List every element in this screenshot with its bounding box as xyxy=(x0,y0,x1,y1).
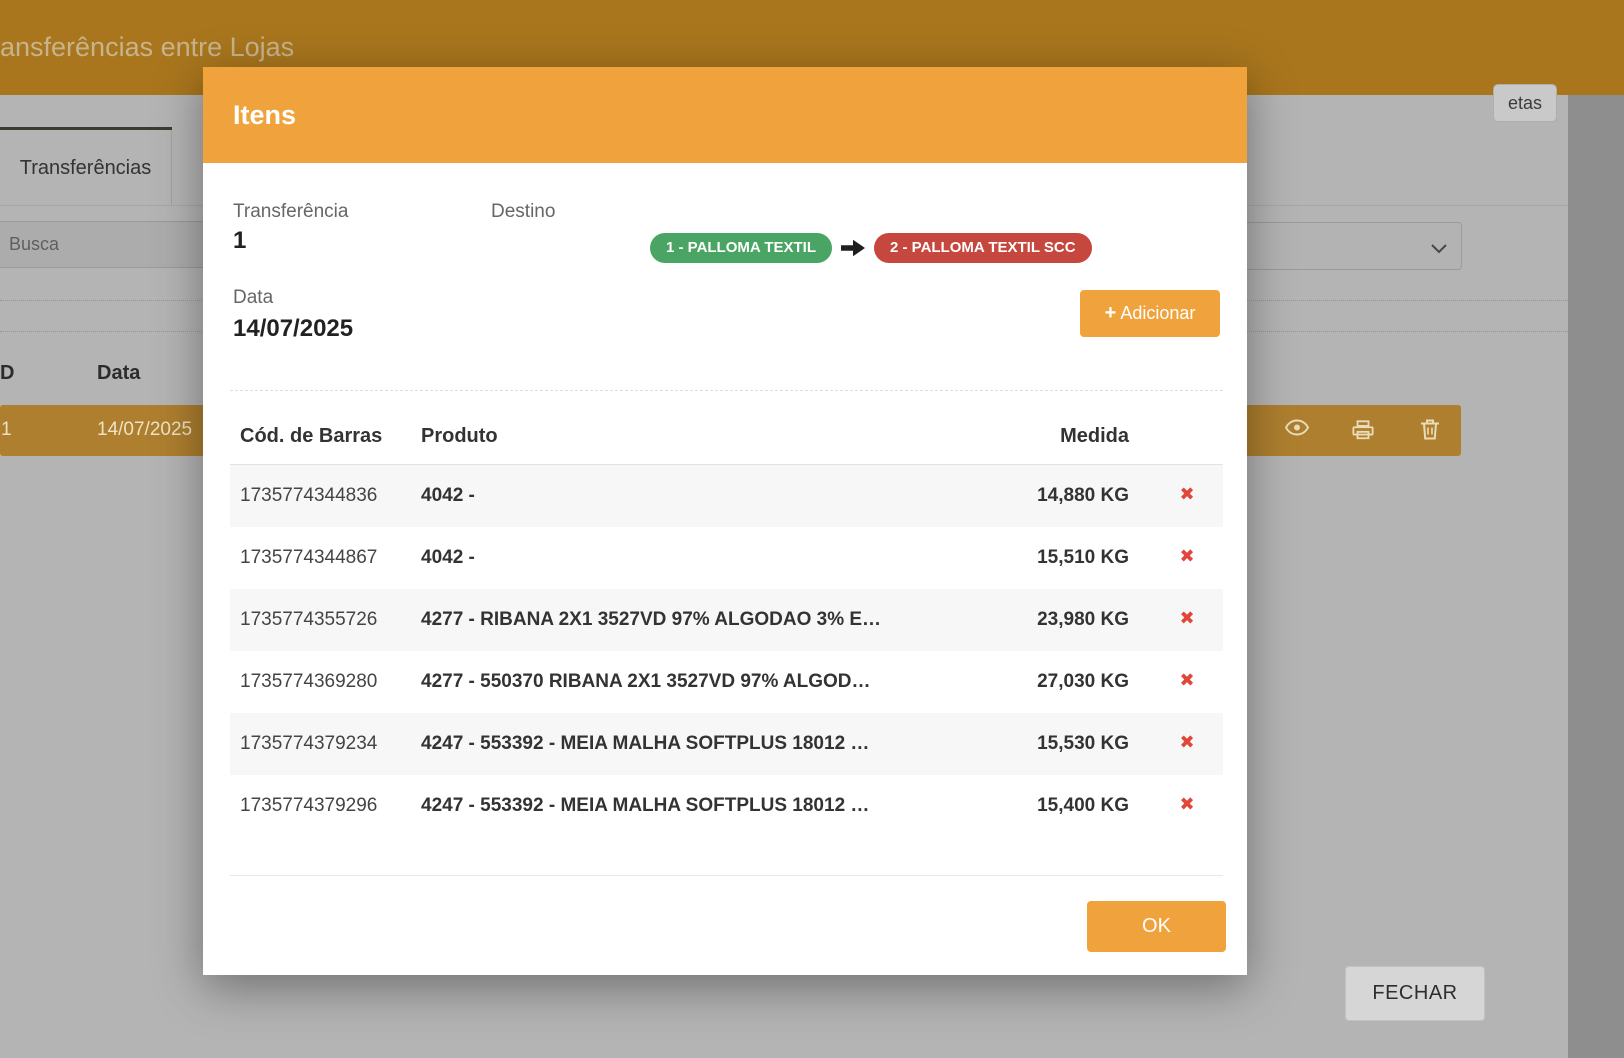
item-produto: 4277 - 550370 RIBANA 2X1 3527VD 97% ALGO… xyxy=(421,671,871,693)
remove-item-button[interactable]: ✖ xyxy=(1171,546,1203,567)
page-title: ansferências entre Lojas xyxy=(0,32,294,63)
item-row: 1735774344836 4042 - 14,880 KG ✖ xyxy=(230,465,1223,527)
data-value: 14/07/2025 xyxy=(233,315,353,343)
item-produto: 4277 - RIBANA 2X1 3527VD 97% ALGODAO 3% … xyxy=(421,609,881,631)
item-row: 1735774355726 4277 - RIBANA 2X1 3527VD 9… xyxy=(230,589,1223,651)
section-divider xyxy=(230,390,1223,391)
remove-item-button[interactable]: ✖ xyxy=(1171,732,1203,753)
destino-label: Destino xyxy=(491,201,555,223)
item-barcode: 1735774344867 xyxy=(240,547,377,569)
ok-button[interactable]: OK xyxy=(1087,901,1226,952)
screen: ansferências entre Lojas etas Transferên… xyxy=(0,0,1624,1058)
items-table-body: 1735774344836 4042 - 14,880 KG ✖ 1735774… xyxy=(230,465,1223,837)
column-header-id: D xyxy=(0,362,14,385)
tab-transferencias-label: Transferências xyxy=(20,157,152,180)
transferencia-value: 1 xyxy=(233,227,246,255)
destino-badges: 1 - PALLOMA TEXTIL 2 - PALLOMA TEXTIL SC… xyxy=(650,233,1092,263)
item-row: 1735774379234 4247 - 553392 - MEIA MALHA… xyxy=(230,713,1223,775)
item-barcode: 1735774344836 xyxy=(240,485,377,507)
item-barcode: 1735774369280 xyxy=(240,671,377,693)
remove-item-button[interactable]: ✖ xyxy=(1171,608,1203,629)
column-header-data: Data xyxy=(97,362,140,385)
etiquetas-button[interactable]: etas xyxy=(1493,84,1557,122)
trash-icon[interactable] xyxy=(1420,418,1440,444)
item-produto: 4042 - xyxy=(421,485,475,507)
modal-header: Itens xyxy=(203,67,1247,163)
view-icon[interactable] xyxy=(1285,419,1309,439)
column-header-medida: Medida xyxy=(1060,425,1129,448)
item-row: 1735774369280 4277 - 550370 RIBANA 2X1 3… xyxy=(230,651,1223,713)
item-barcode: 1735774379296 xyxy=(240,795,377,817)
item-medida: 14,880 KG xyxy=(1037,485,1129,507)
item-row: 1735774344867 4042 - 15,510 KG ✖ xyxy=(230,527,1223,589)
item-medida: 15,530 KG xyxy=(1037,733,1129,755)
search-placeholder: Busca xyxy=(9,234,59,255)
destination-badge: 2 - PALLOMA TEXTIL SCC xyxy=(874,233,1092,263)
remove-item-button[interactable]: ✖ xyxy=(1171,484,1203,505)
origin-badge: 1 - PALLOMA TEXTIL xyxy=(650,233,832,263)
item-medida: 23,980 KG xyxy=(1037,609,1129,631)
chevron-down-icon xyxy=(1431,241,1447,259)
item-medida: 15,510 KG xyxy=(1037,547,1129,569)
item-medida: 15,400 KG xyxy=(1037,795,1129,817)
item-barcode: 1735774355726 xyxy=(240,609,377,631)
column-header-produto: Produto xyxy=(421,425,498,448)
item-produto: 4247 - 553392 - MEIA MALHA SOFTPLUS 1801… xyxy=(421,795,869,817)
items-table-header: Cód. de Barras Produto Medida xyxy=(230,410,1223,465)
remove-item-button[interactable]: ✖ xyxy=(1171,794,1203,815)
item-medida: 27,030 KG xyxy=(1037,671,1129,693)
item-produto: 4247 - 553392 - MEIA MALHA SOFTPLUS 1801… xyxy=(421,733,869,755)
transferencia-label: Transferência xyxy=(233,201,348,223)
adicionar-button[interactable]: +Adicionar xyxy=(1080,290,1220,337)
right-panel-strip xyxy=(1568,95,1624,1058)
modal-title: Itens xyxy=(233,100,296,131)
column-header-barcode: Cód. de Barras xyxy=(240,425,382,448)
itens-modal: Itens Transferência 1 Destino 1 - PALLOM… xyxy=(203,67,1247,975)
adicionar-label: Adicionar xyxy=(1120,303,1195,323)
plus-icon: + xyxy=(1105,302,1117,324)
fechar-button[interactable]: FECHAR xyxy=(1345,966,1485,1021)
item-produto: 4042 - xyxy=(421,547,475,569)
footer-divider xyxy=(230,875,1223,876)
remove-item-button[interactable]: ✖ xyxy=(1171,670,1203,691)
row-id: 1 xyxy=(1,419,12,441)
row-date: 14/07/2025 xyxy=(97,419,192,441)
data-label: Data xyxy=(233,287,273,309)
item-row: 1735774379296 4247 - 553392 - MEIA MALHA… xyxy=(230,775,1223,837)
item-barcode: 1735774379234 xyxy=(240,733,377,755)
tab-transferencias[interactable]: Transferências xyxy=(0,130,172,206)
arrow-right-icon xyxy=(841,238,865,258)
print-icon[interactable] xyxy=(1352,419,1374,444)
